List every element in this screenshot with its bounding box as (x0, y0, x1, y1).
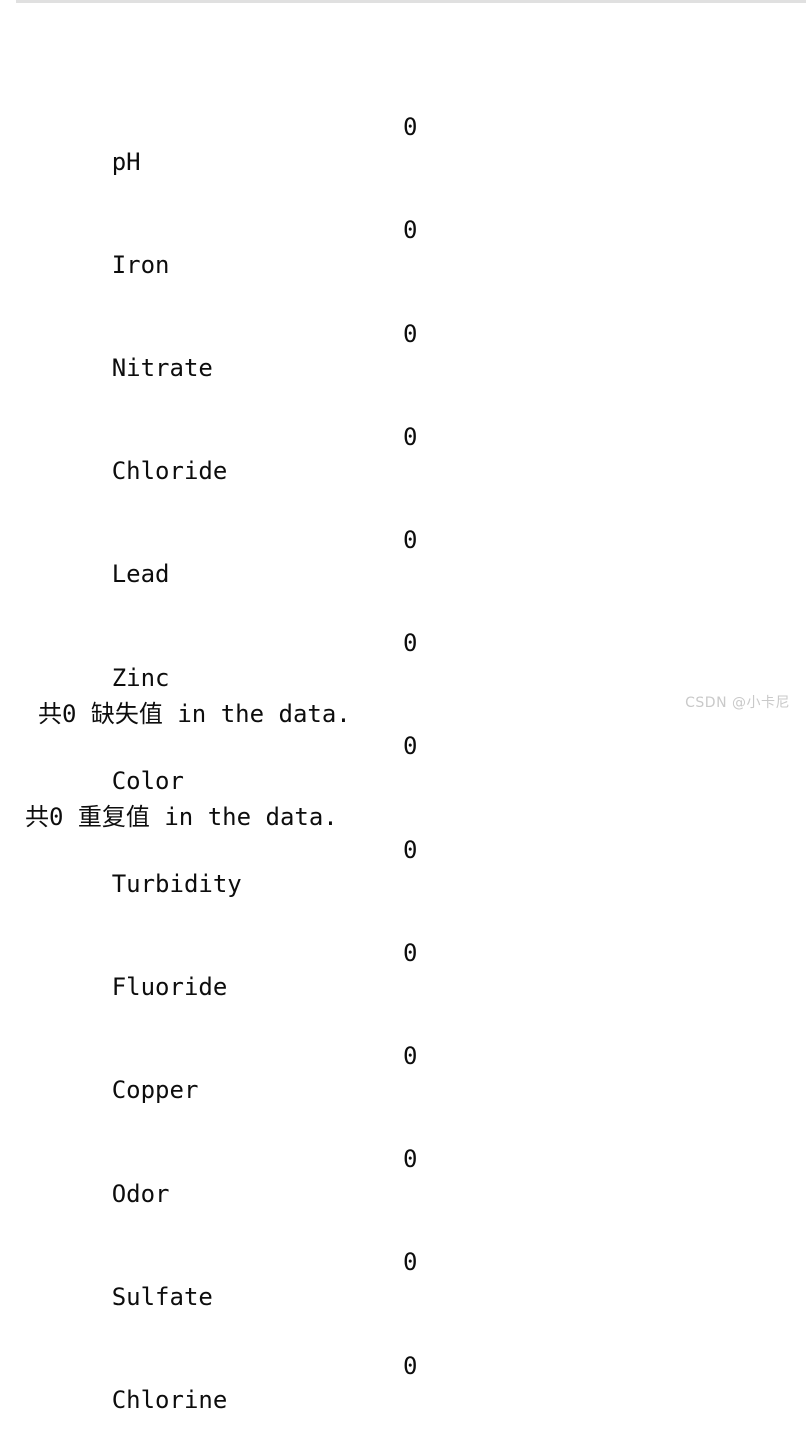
series-index-label: Odor (111, 1179, 170, 1208)
series-value: 0 (403, 629, 418, 658)
table-row: Copper 0 (25, 1039, 430, 1104)
notebook-output-area: pH 0 Iron 0 Nitrate 0 Chloride 0 Lead 0 Zinc 0… (0, 0, 806, 1414)
series-index-label: Chloride (111, 457, 228, 486)
duplicate-values-summary-line: 共0 重复值 in the data. (25, 803, 338, 832)
table-row: Chlorine 0 (25, 1349, 430, 1414)
series-value: 0 (403, 1351, 418, 1380)
csdn-watermark: CSDN @小卡尼 (685, 695, 790, 711)
series-index-label: Nitrate (111, 354, 213, 383)
missing-values-summary-line: 共0 缺失值 in the data. (38, 699, 351, 728)
series-value: 0 (403, 1042, 418, 1071)
series-value: 0 (403, 216, 418, 245)
series-value: 0 (403, 422, 418, 451)
series-index-label: Copper (111, 1076, 199, 1105)
table-row: Iron 0 (25, 213, 430, 278)
series-value: 0 (403, 319, 418, 348)
series-index-label: Iron (111, 250, 170, 279)
series-value: 0 (403, 835, 418, 864)
table-row: Chloride 0 (25, 420, 430, 485)
table-row: Odor 0 (25, 1142, 430, 1207)
series-value: 0 (403, 1145, 418, 1174)
series-index-label: Fluoride (111, 973, 228, 1002)
table-row: Lead 0 (25, 523, 430, 588)
series-value: 0 (403, 732, 418, 761)
series-value: 0 (403, 113, 418, 142)
series-index-label: Chlorine (111, 1386, 228, 1415)
table-row: Fluoride 0 (25, 936, 430, 1001)
series-value: 0 (403, 526, 418, 555)
table-row: Sulfate 0 (25, 1245, 430, 1310)
data-quality-summary: 共0 缺失值 in the data. 共0 重复值 in the data. (25, 628, 351, 903)
series-index-label: Lead (111, 560, 170, 589)
series-index-label: pH (111, 147, 141, 176)
series-value: 0 (403, 938, 418, 967)
table-row: pH 0 (25, 110, 430, 175)
series-value: 0 (403, 1248, 418, 1277)
table-row: Nitrate 0 (25, 317, 430, 382)
series-index-label: Sulfate (111, 1282, 213, 1311)
